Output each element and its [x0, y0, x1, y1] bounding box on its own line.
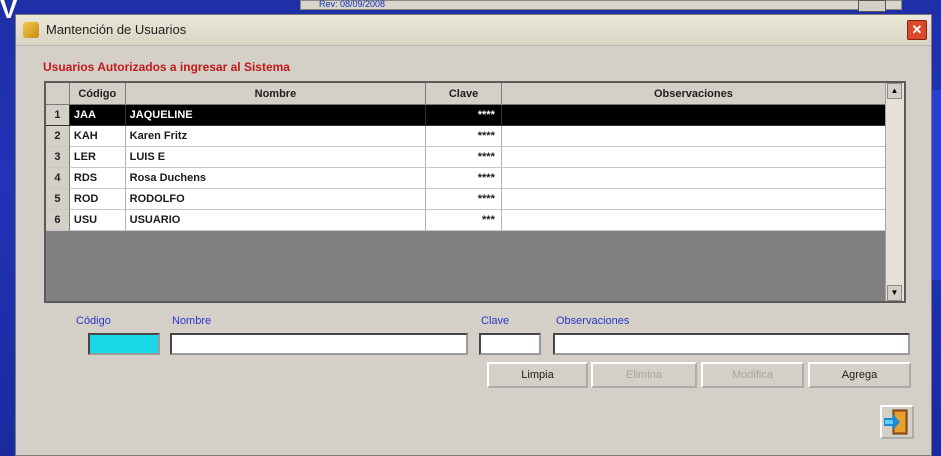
window-title: Mantención de Usuarios: [46, 22, 187, 37]
cell-clave[interactable]: ****: [426, 105, 502, 126]
clave-label: Clave: [481, 315, 510, 327]
header-clave[interactable]: Clave: [426, 83, 502, 105]
clave-field[interactable]: [479, 333, 541, 355]
row-number: 1: [46, 105, 70, 126]
nombre-label: Nombre: [172, 315, 212, 327]
row-number: 6: [46, 210, 70, 231]
cell-codigo[interactable]: RDS: [69, 168, 126, 189]
cell-observaciones[interactable]: [501, 189, 887, 210]
cell-clave[interactable]: ****: [426, 147, 502, 168]
cell-nombre[interactable]: Rosa Duchens: [125, 168, 427, 189]
cell-nombre[interactable]: JAQUELINE: [125, 105, 427, 126]
row-number: 4: [46, 168, 70, 189]
cell-nombre[interactable]: LUIS E: [125, 147, 427, 168]
codigo-label: Código: [76, 315, 111, 327]
users-group-label: Usuarios Autorizados a ingresar al Siste…: [43, 60, 290, 74]
header-observaciones[interactable]: Observaciones: [501, 83, 886, 105]
cell-clave[interactable]: ***: [426, 210, 502, 231]
cell-observaciones[interactable]: [501, 105, 887, 126]
cell-codigo[interactable]: ROD: [69, 189, 126, 210]
grid-header: Código Nombre Clave Observaciones: [46, 83, 886, 105]
scroll-up-icon[interactable]: ▲: [887, 83, 902, 99]
cell-nombre[interactable]: Karen Fritz: [125, 126, 427, 147]
cell-codigo[interactable]: JAA: [69, 105, 126, 126]
cell-codigo[interactable]: LER: [69, 147, 126, 168]
table-row[interactable]: 2 KAH Karen Fritz ****: [46, 126, 887, 147]
cell-codigo[interactable]: USU: [69, 210, 126, 231]
table-row[interactable]: 5 ROD RODOLFO ****: [46, 189, 887, 210]
cell-observaciones[interactable]: [501, 126, 887, 147]
row-number: 3: [46, 147, 70, 168]
header-codigo[interactable]: Código: [69, 83, 126, 105]
cell-codigo[interactable]: KAH: [69, 126, 126, 147]
cell-clave[interactable]: ****: [426, 189, 502, 210]
table-row[interactable]: 1 JAA JAQUELINE ****: [46, 105, 887, 126]
close-button[interactable]: ✕: [907, 20, 927, 40]
exit-button[interactable]: [880, 405, 914, 439]
modifica-button[interactable]: Modifica: [701, 362, 804, 388]
rev-label: Rev: 08/09/2008: [319, 0, 386, 9]
elimina-button[interactable]: Elimina: [591, 362, 697, 388]
users-grid[interactable]: Código Nombre Clave Observaciones 1 JAA …: [44, 81, 906, 303]
row-number: 2: [46, 126, 70, 147]
cell-observaciones[interactable]: [501, 168, 887, 189]
agrega-button[interactable]: Agrega: [808, 362, 911, 388]
limpia-button[interactable]: Limpia: [487, 362, 588, 388]
cell-nombre[interactable]: RODOLFO: [125, 189, 427, 210]
grid-rows: 1 JAA JAQUELINE **** 2 KAH Karen Fritz *…: [46, 105, 887, 231]
table-row[interactable]: 4 RDS Rosa Duchens ****: [46, 168, 887, 189]
cell-observaciones[interactable]: [501, 147, 887, 168]
nombre-field[interactable]: [170, 333, 468, 355]
header-nombre[interactable]: Nombre: [125, 83, 427, 105]
cell-observaciones[interactable]: [501, 210, 887, 231]
background-window-strip: Rev: 08/09/2008: [300, 0, 902, 10]
scroll-down-icon[interactable]: ▼: [887, 285, 902, 301]
users-window: Mantención de Usuarios ✕ Usuarios Autori…: [15, 14, 932, 456]
app-icon: [23, 22, 39, 38]
table-row[interactable]: 6 USU USUARIO ***: [46, 210, 887, 231]
grid-scrollbar[interactable]: ▲ ▼: [885, 83, 904, 301]
observaciones-label: Observaciones: [556, 315, 630, 327]
exit-door-icon: [884, 409, 908, 435]
cell-clave[interactable]: ****: [426, 126, 502, 147]
background-window-corner: [858, 0, 886, 12]
cell-clave[interactable]: ****: [426, 168, 502, 189]
cell-nombre[interactable]: USUARIO: [125, 210, 427, 231]
codigo-field[interactable]: [88, 333, 160, 355]
table-row[interactable]: 3 LER LUIS E ****: [46, 147, 887, 168]
header-row-number: [46, 83, 70, 105]
title-bar[interactable]: Mantención de Usuarios ✕: [16, 15, 931, 46]
row-number: 5: [46, 189, 70, 210]
observaciones-field[interactable]: [553, 333, 910, 355]
